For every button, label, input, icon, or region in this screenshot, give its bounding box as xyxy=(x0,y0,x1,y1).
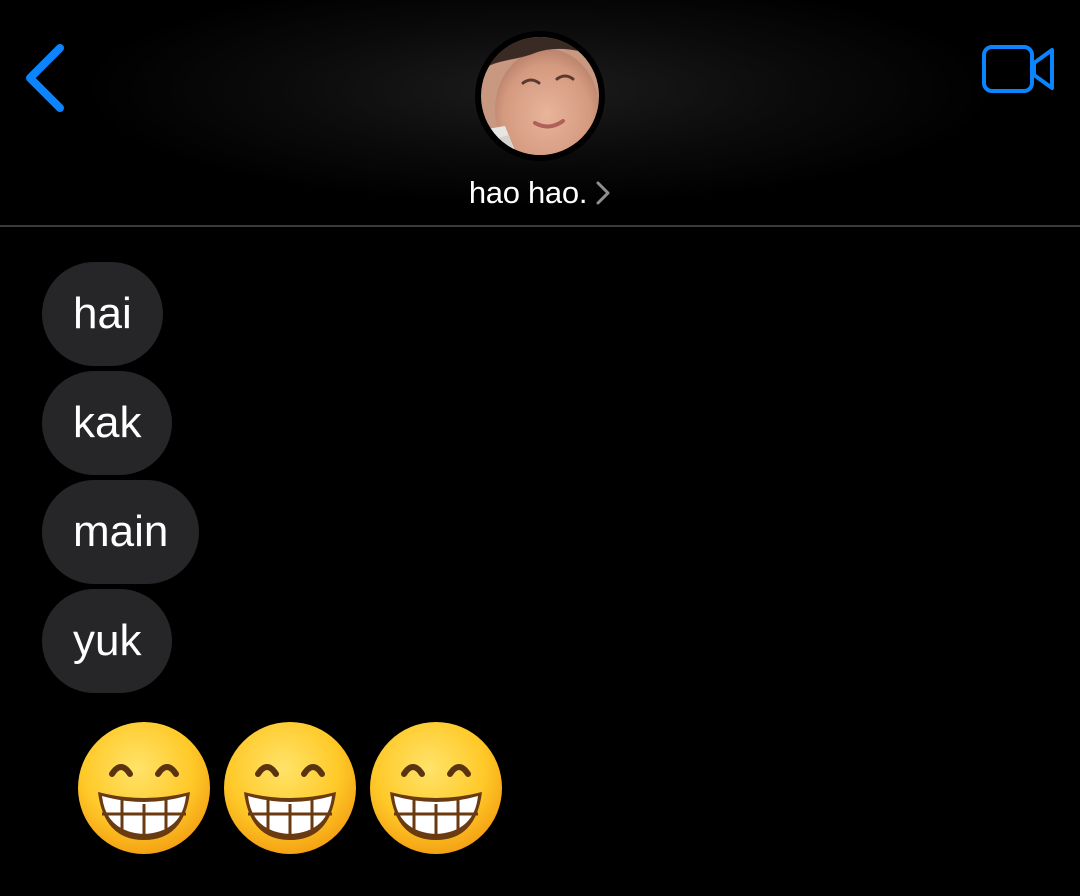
message-bubble[interactable]: yuk xyxy=(42,589,173,693)
message-list: hai kak main yuk xyxy=(42,262,200,698)
emoji-message[interactable] xyxy=(76,720,504,856)
beaming-face-emoji-icon xyxy=(224,722,356,854)
chevron-left-icon xyxy=(26,44,64,112)
contact-avatar[interactable] xyxy=(475,31,605,161)
video-camera-icon xyxy=(982,45,1054,93)
contact-name-row[interactable]: hao hao. xyxy=(0,170,1080,216)
header-divider xyxy=(0,225,1080,227)
chevron-right-icon xyxy=(596,181,610,205)
message-bubble[interactable]: hai xyxy=(42,262,163,366)
contact-name: hao hao. xyxy=(468,175,588,210)
avatar-photo xyxy=(477,33,603,159)
beaming-face-emoji-icon xyxy=(78,722,210,854)
message-bubble[interactable]: main xyxy=(42,480,200,584)
beaming-face-emoji-icon xyxy=(370,722,502,854)
facetime-video-button[interactable] xyxy=(978,40,1060,100)
back-button[interactable] xyxy=(18,40,74,116)
message-bubble[interactable]: kak xyxy=(42,371,173,475)
